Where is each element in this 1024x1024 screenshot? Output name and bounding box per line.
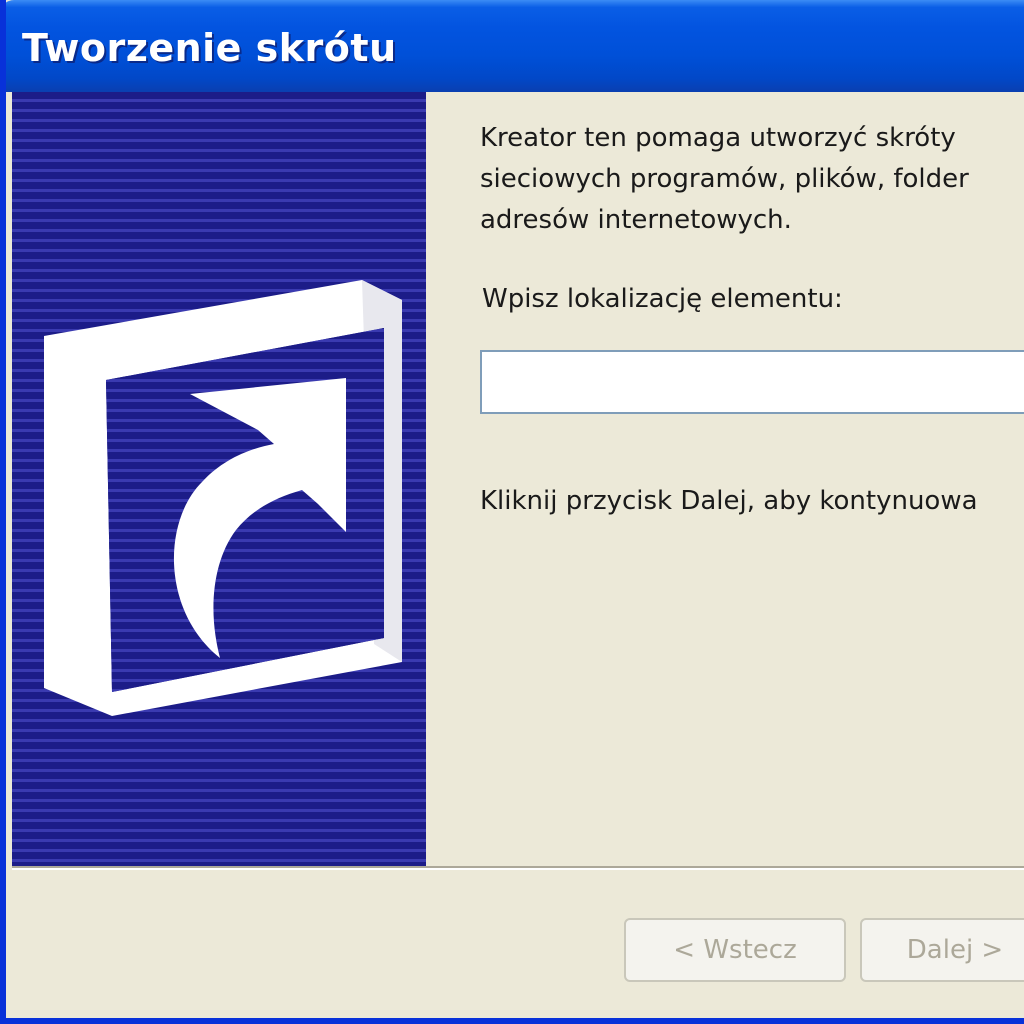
wizard-side-panel — [12, 92, 426, 866]
wizard-footer: < Wstecz Dalej > — [12, 870, 1024, 1018]
next-button[interactable]: Dalej > — [860, 918, 1024, 982]
hint-text: Kliknij przycisk Dalej, aby kontynuowa — [480, 486, 978, 516]
location-input[interactable] — [480, 350, 1024, 414]
intro-text: Kreator ten pomaga utworzyć skróty sieci… — [480, 123, 969, 235]
title-bar[interactable]: Tworzenie skrótu — [6, 0, 1024, 92]
location-label: Wpisz lokalizację elementu: — [482, 284, 843, 314]
wizard-content: Kreator ten pomaga utworzyć skróty sieci… — [426, 92, 1024, 868]
window-title: Tworzenie skrótu — [22, 26, 397, 70]
back-button[interactable]: < Wstecz — [624, 918, 846, 982]
shortcut-wizard-window: Tworzenie skrótu Kreator ten pomaga utwo… — [0, 0, 1024, 1024]
shortcut-arrow-icon — [44, 280, 402, 716]
